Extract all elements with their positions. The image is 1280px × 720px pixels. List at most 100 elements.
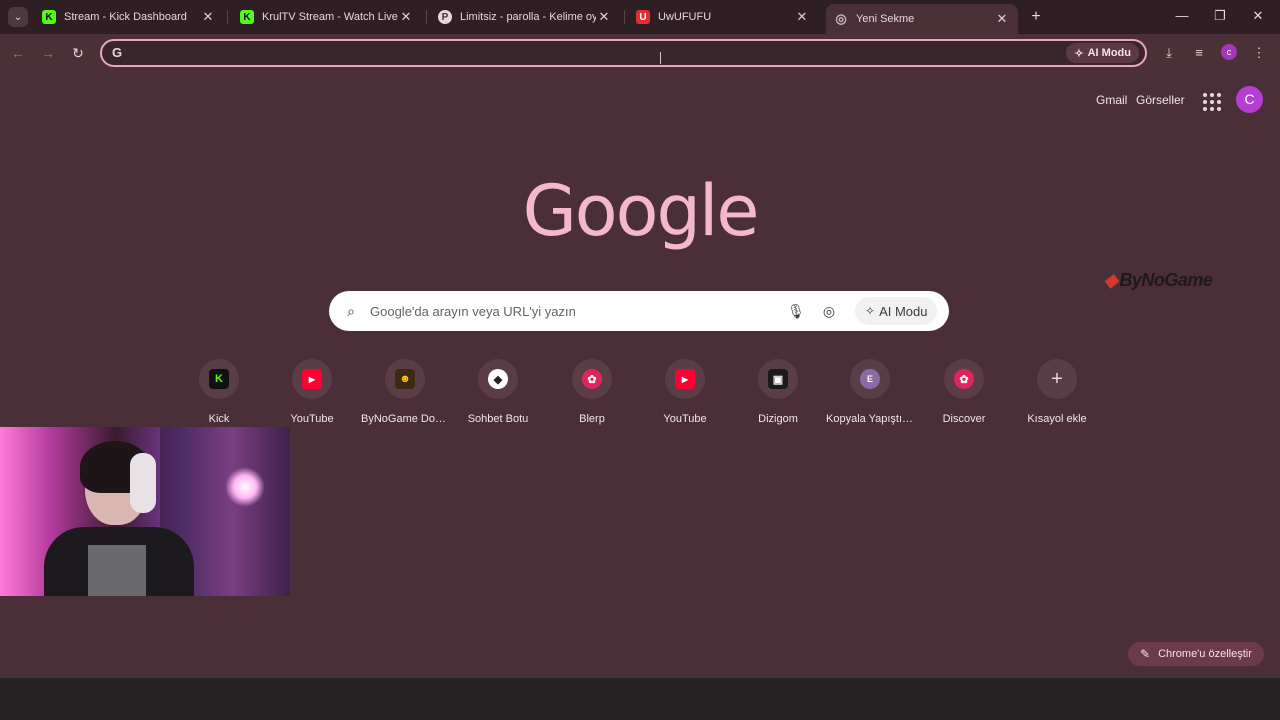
lamp-glow (225, 467, 265, 507)
shortcut-bubble: ✿ (944, 359, 984, 399)
shortcut-kick[interactable]: K Kick (173, 359, 265, 425)
shortcut-label: Dizigom (758, 413, 798, 425)
google-logo: Google (522, 170, 760, 252)
shortcut-bubble: ✿ (572, 359, 612, 399)
google-apps-icon[interactable] (1200, 90, 1221, 111)
search-placeholder: Google'da arayın veya URL'yi yazın (370, 304, 576, 319)
shortcut-sohbet-botu[interactable]: ◆ Sohbet Botu (452, 359, 544, 425)
profile-avatar[interactable]: c (1221, 44, 1237, 60)
shortcut-label: Kick (208, 413, 230, 425)
close-icon[interactable]: ✕ (994, 11, 1010, 27)
youtube-icon: ▶ (675, 369, 695, 389)
close-icon[interactable]: ✕ (398, 9, 414, 25)
customize-label: Chrome'u özelleştir (1158, 648, 1252, 660)
bynogame-icon: ☻ (395, 369, 415, 389)
tab-divider (227, 10, 228, 24)
tab-title: Limitsiz - parolla - Kelime oyunu (460, 11, 596, 23)
toolbar: ← → ↻ G ✧ AI Modu ⤓ ≡ c ⋮ (0, 34, 1280, 72)
kick-icon: K (42, 10, 56, 24)
shortcut-label: Kısayol ekle (1027, 413, 1087, 425)
shortcut-label: Sohbet Botu (467, 413, 529, 425)
pencil-icon: ✎ (1140, 647, 1151, 661)
window-close-icon[interactable]: ✕ (1248, 6, 1268, 26)
shortcut-bubble: ◆ (478, 359, 518, 399)
chrome-icon: ◎ (835, 11, 847, 26)
shortcut-youtube-2[interactable]: ▶ YouTube (639, 359, 731, 425)
shortcut-blerp[interactable]: ✿ Blerp (546, 359, 638, 425)
tab-search-button[interactable]: ⌄ (8, 7, 28, 27)
tab-1[interactable]: K KrulTV Stream - Watch Live on Kick ✕ (232, 4, 422, 30)
shortcut-bubble: ☻ (385, 359, 425, 399)
shortcut-label: YouTube (290, 413, 334, 425)
letter-e-icon: E (860, 369, 880, 389)
google-lens-icon[interactable]: ◎ (820, 302, 838, 320)
gmail-link[interactable]: Gmail (1096, 93, 1127, 107)
customize-chrome-button[interactable]: ✎ Chrome'u özelleştir (1128, 642, 1264, 666)
tab-0[interactable]: K Stream - Kick Dashboard ✕ (34, 4, 224, 30)
download-icon[interactable]: ⤓ (1159, 43, 1179, 63)
restore-icon[interactable]: ❐ (1210, 6, 1230, 26)
close-icon[interactable]: ✕ (200, 9, 216, 25)
tab-divider (624, 10, 625, 24)
tab-2[interactable]: P Limitsiz - parolla - Kelime oyunu ✕ (430, 4, 620, 30)
webcam-overlay (0, 427, 290, 596)
search-ai-mode-button[interactable]: ✧ AI Modu (855, 297, 938, 325)
shortcut-youtube[interactable]: ▶ YouTube (266, 359, 358, 425)
search-icon: ⌕ (347, 303, 355, 319)
bynogame-flame-icon: ◆ (1104, 270, 1118, 290)
tab-4-active[interactable]: ◎ Yeni Sekme ✕ (826, 4, 1018, 34)
reload-icon[interactable]: ↻ (68, 43, 88, 63)
tab-strip: ⌄ K Stream - Kick Dashboard ✕ K KrulTV S… (0, 0, 1280, 34)
back-icon[interactable]: ← (8, 43, 28, 63)
tab-title: Yeni Sekme (856, 13, 915, 25)
shortcut-label: ByNoGame Don... (361, 413, 451, 425)
reading-list-icon[interactable]: ≡ (1189, 43, 1209, 63)
uwufufu-icon: U (636, 10, 650, 24)
shortcut-bubble: + (1037, 359, 1077, 399)
tab-title: Stream - Kick Dashboard (64, 11, 187, 23)
account-avatar[interactable]: C (1236, 86, 1263, 113)
shortcut-bubble: E (850, 359, 890, 399)
new-tab-button[interactable]: + (1026, 7, 1046, 27)
close-icon[interactable]: ✕ (794, 9, 810, 25)
omnibox-ai-mode-button[interactable]: ✧ AI Modu (1066, 43, 1139, 63)
menu-kebab-icon[interactable]: ⋮ (1249, 43, 1269, 63)
shortcut-bubble: ▶ (292, 359, 332, 399)
search-box[interactable]: ⌕ Google'da arayın veya URL'yi yazın 🎙 ◎… (329, 291, 949, 331)
shortcut-add[interactable]: + Kısayol ekle (1011, 359, 1103, 425)
blerp-icon: ✿ (954, 369, 974, 389)
headphones (130, 453, 156, 513)
chatbot-icon: ◆ (488, 369, 508, 389)
shortcut-dizigom[interactable]: ▣ Dizigom (732, 359, 824, 425)
minimize-icon[interactable]: — (1172, 6, 1192, 26)
text-cursor-icon (660, 52, 661, 64)
add-icon: + (1051, 367, 1063, 390)
shortcut-label: Blerp (579, 413, 605, 425)
parolla-icon: P (438, 10, 452, 24)
shortcut-bynogame[interactable]: ☻ ByNoGame Don... (359, 359, 451, 425)
forward-icon[interactable]: → (38, 43, 58, 63)
search-ai-label: AI Modu (879, 303, 928, 319)
shortcut-discover[interactable]: ✿ Discover (918, 359, 1010, 425)
bottom-bar (0, 678, 1280, 720)
shortcut-label: YouTube (663, 413, 707, 425)
kick-icon: K (240, 10, 254, 24)
shortcut-bubble: K (199, 359, 239, 399)
address-bar[interactable]: G ✧ AI Modu (100, 39, 1147, 67)
microphone-icon[interactable]: 🎙 (787, 302, 805, 320)
youtube-icon: ▶ (302, 369, 322, 389)
omnibox-ai-label: AI Modu (1087, 47, 1131, 59)
ai-sparkle-search-icon: ✧ (865, 304, 876, 318)
tab-title: KrulTV Stream - Watch Live on Kick (262, 11, 398, 23)
person-shirt (88, 545, 146, 596)
google-g-icon: G (111, 45, 123, 60)
shortcut-kopyala-yapistir[interactable]: E Kopyala Yapıştır... (824, 359, 916, 425)
close-icon[interactable]: ✕ (596, 9, 612, 25)
blerp-icon: ✿ (582, 369, 602, 389)
shortcut-label: Kopyala Yapıştır... (826, 413, 915, 425)
tab-divider (426, 10, 427, 24)
images-link[interactable]: Görseller (1136, 93, 1185, 107)
tab-3[interactable]: U UwUFUFU ✕ (628, 4, 818, 30)
ai-sparkle-search-icon: ✧ (1074, 47, 1084, 60)
shortcut-label: Discover (942, 413, 986, 425)
